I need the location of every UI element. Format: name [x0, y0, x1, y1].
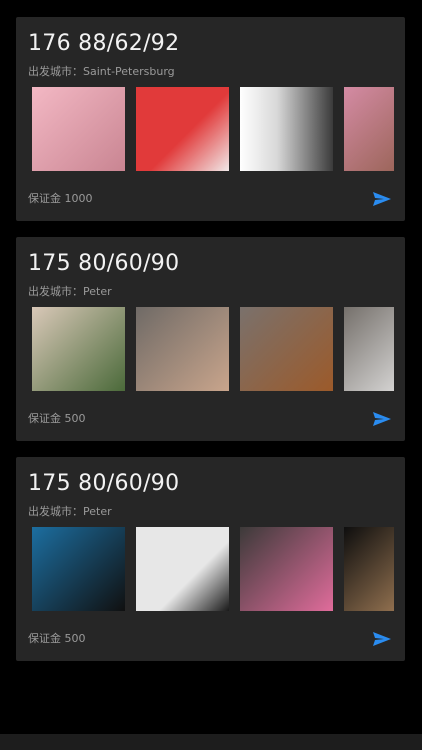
- photo[interactable]: [136, 307, 229, 391]
- departure-city: 出发城市：Saint-Petersburg: [28, 65, 175, 78]
- photo[interactable]: [240, 87, 333, 171]
- photo[interactable]: [344, 87, 394, 171]
- card[interactable]: 175 80/60/90 出发城市：Peter 保证金 500: [16, 237, 405, 441]
- photo-strip[interactable]: [32, 527, 394, 611]
- photo-strip[interactable]: [32, 87, 394, 171]
- bottom-bar: [0, 734, 422, 750]
- photo[interactable]: [240, 307, 333, 391]
- photo[interactable]: [240, 527, 333, 611]
- photo[interactable]: [344, 307, 394, 391]
- departure-city: 出发城市：Peter: [28, 505, 112, 518]
- card[interactable]: 175 80/60/90 出发城市：Peter 保证金 500: [16, 457, 405, 661]
- photo[interactable]: [32, 307, 125, 391]
- card-title: 175 80/60/90: [28, 251, 180, 276]
- send-icon[interactable]: [373, 632, 391, 646]
- deposit-label: 保证金 1000: [28, 192, 93, 205]
- photo[interactable]: [344, 527, 394, 611]
- card[interactable]: 176 88/62/92 出发城市：Saint-Petersburg 保证金 1…: [16, 17, 405, 221]
- send-icon[interactable]: [373, 412, 391, 426]
- departure-city: 出发城市：Peter: [28, 285, 112, 298]
- photo[interactable]: [136, 527, 229, 611]
- card-title: 175 80/60/90: [28, 471, 180, 496]
- photo[interactable]: [32, 527, 125, 611]
- photo[interactable]: [32, 87, 125, 171]
- deposit-label: 保证金 500: [28, 632, 86, 645]
- photo-strip[interactable]: [32, 307, 394, 391]
- photo[interactable]: [136, 87, 229, 171]
- deposit-label: 保证金 500: [28, 412, 86, 425]
- card-title: 176 88/62/92: [28, 31, 180, 56]
- send-icon[interactable]: [373, 192, 391, 206]
